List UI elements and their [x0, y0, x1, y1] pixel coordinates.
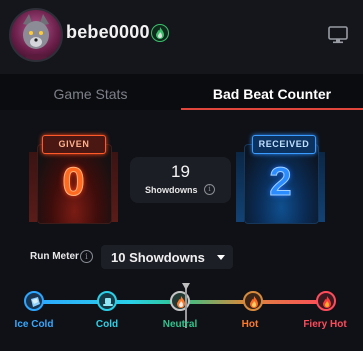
flame-icon: [250, 296, 258, 308]
hat-icon: [103, 298, 113, 306]
hot-node: [243, 291, 263, 311]
given-label: GIVEN: [42, 135, 106, 154]
fiery-hot-node: [316, 291, 336, 311]
showdowns-count: 19: [171, 162, 190, 181]
monitor-icon: [328, 26, 348, 44]
run-meter-info-icon[interactable]: i: [80, 250, 93, 263]
received-label: RECEIVED: [252, 135, 316, 154]
run-meter-pointer: [182, 283, 190, 290]
received-count: 2: [269, 160, 292, 205]
showdowns-info-icon[interactable]: i: [204, 184, 215, 195]
ice-icon: [31, 297, 40, 307]
run-meter-label: Run Meter: [30, 251, 79, 262]
run-meter-selected-value: 10 Showdowns: [111, 250, 205, 265]
fiery-hot-label: Fiery Hot: [303, 319, 347, 330]
received-panel-pillar-left: [236, 152, 244, 222]
active-tab-indicator: [181, 108, 363, 110]
wolf-avatar-icon: [21, 14, 51, 60]
flame-badge: [151, 24, 169, 42]
showdowns-label: Showdowns: [145, 185, 198, 195]
tab-game-stats[interactable]: Game Stats: [0, 74, 181, 110]
monitor-button[interactable]: [328, 26, 348, 44]
given-count: 0: [62, 160, 85, 205]
cold-node: [97, 291, 117, 311]
ice-cold-label: Ice Cold: [14, 319, 54, 330]
ice-cold-node: [24, 291, 44, 311]
avatar[interactable]: [9, 8, 63, 62]
neutral-node: [170, 291, 190, 311]
tab-bad-beat-counter[interactable]: Bad Beat Counter: [181, 74, 363, 110]
tab-bar: Game Stats Bad Beat Counter: [0, 74, 363, 110]
cold-label: Cold: [95, 319, 119, 330]
hot-label: Hot: [241, 319, 259, 330]
flame-icon: [156, 27, 164, 39]
neutral-label: Neutral: [162, 319, 198, 330]
given-panel-pillar-left: [29, 152, 37, 222]
chevron-down-icon: [217, 255, 225, 260]
fire-icon: [323, 296, 331, 308]
username: bebe0000: [66, 22, 150, 42]
